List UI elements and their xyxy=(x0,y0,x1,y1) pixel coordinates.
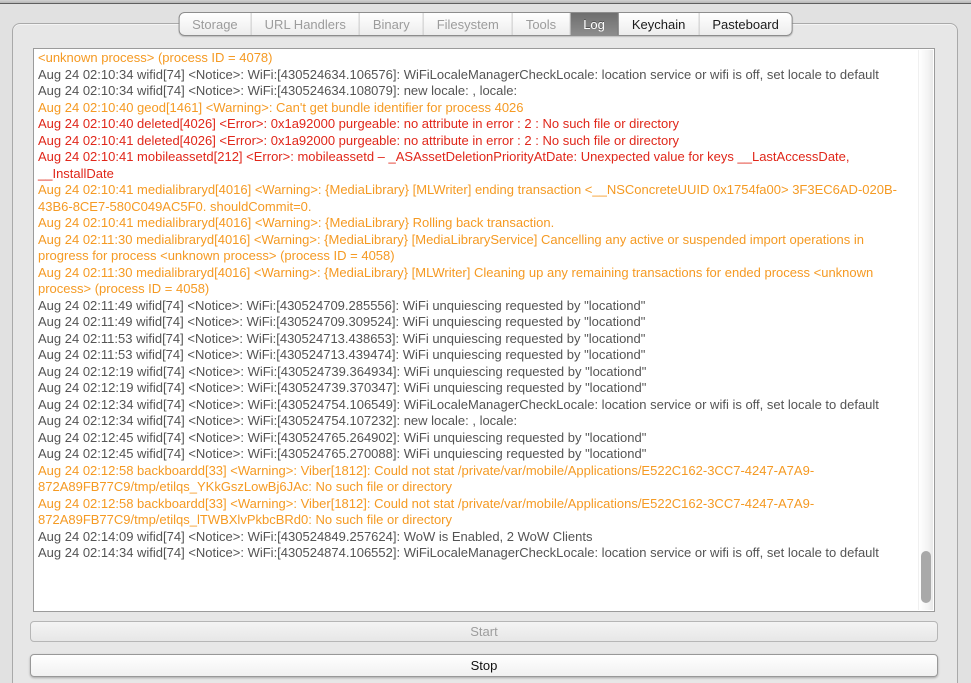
window-toolbar-edge xyxy=(0,0,971,4)
log-line: Aug 24 02:10:41 medialibraryd[4016] <War… xyxy=(38,215,902,232)
log-line: Aug 24 02:11:53 wifid[74] <Notice>: WiFi… xyxy=(38,347,902,364)
stop-button[interactable]: Stop xyxy=(30,654,938,677)
log-line: Aug 24 02:10:41 mobileassetd[212] <Error… xyxy=(38,149,902,182)
tab-tools[interactable]: Tools xyxy=(513,13,570,35)
tab-binary[interactable]: Binary xyxy=(360,13,424,35)
log-line: Aug 24 02:12:19 wifid[74] <Notice>: WiFi… xyxy=(38,380,902,397)
log-line: Aug 24 02:11:49 wifid[74] <Notice>: WiFi… xyxy=(38,298,902,315)
tab-pasteboard[interactable]: Pasteboard xyxy=(699,13,792,35)
log-line: Aug 24 02:10:34 wifid[74] <Notice>: WiFi… xyxy=(38,83,902,100)
tab-keychain[interactable]: Keychain xyxy=(619,13,699,35)
log-content: <unknown process> (process ID = 4078)Aug… xyxy=(38,50,902,562)
log-line: <unknown process> (process ID = 4078) xyxy=(38,50,902,67)
tab-storage[interactable]: Storage xyxy=(179,13,252,35)
log-line: Aug 24 02:10:41 medialibraryd[4016] <War… xyxy=(38,182,902,215)
log-line: Aug 24 02:11:49 wifid[74] <Notice>: WiFi… xyxy=(38,314,902,331)
log-line: Aug 24 02:12:58 backboardd[33] <Warning>… xyxy=(38,496,902,529)
log-line: Aug 24 02:10:41 deleted[4026] <Error>: 0… xyxy=(38,133,902,150)
log-line: Aug 24 02:11:30 medialibraryd[4016] <War… xyxy=(38,232,902,265)
start-button[interactable]: Start xyxy=(30,621,938,642)
log-line: Aug 24 02:12:34 wifid[74] <Notice>: WiFi… xyxy=(38,413,902,430)
log-line: Aug 24 02:12:58 backboardd[33] <Warning>… xyxy=(38,463,902,496)
log-line: Aug 24 02:12:45 wifid[74] <Notice>: WiFi… xyxy=(38,430,902,447)
log-line: Aug 24 02:14:34 wifid[74] <Notice>: WiFi… xyxy=(38,545,902,562)
scrollbar-track[interactable] xyxy=(918,50,933,610)
log-line: Aug 24 02:11:30 medialibraryd[4016] <War… xyxy=(38,265,902,298)
log-output-view[interactable]: <unknown process> (process ID = 4078)Aug… xyxy=(33,48,935,612)
tab-bar: StorageURL HandlersBinaryFilesystemTools… xyxy=(178,12,793,36)
scrollbar-thumb[interactable] xyxy=(921,551,931,603)
tab-filesystem[interactable]: Filesystem xyxy=(424,13,513,35)
log-line: Aug 24 02:11:53 wifid[74] <Notice>: WiFi… xyxy=(38,331,902,348)
log-line: Aug 24 02:12:19 wifid[74] <Notice>: WiFi… xyxy=(38,364,902,381)
log-line: Aug 24 02:12:34 wifid[74] <Notice>: WiFi… xyxy=(38,397,902,414)
log-line: Aug 24 02:10:34 wifid[74] <Notice>: WiFi… xyxy=(38,67,902,84)
log-line: Aug 24 02:12:45 wifid[74] <Notice>: WiFi… xyxy=(38,446,902,463)
tab-url-handlers[interactable]: URL Handlers xyxy=(252,13,360,35)
tab-log[interactable]: Log xyxy=(570,13,619,35)
log-line: Aug 24 02:10:40 geod[1461] <Warning>: Ca… xyxy=(38,100,902,117)
log-line: Aug 24 02:10:40 deleted[4026] <Error>: 0… xyxy=(38,116,902,133)
log-line: Aug 24 02:14:09 wifid[74] <Notice>: WiFi… xyxy=(38,529,902,546)
